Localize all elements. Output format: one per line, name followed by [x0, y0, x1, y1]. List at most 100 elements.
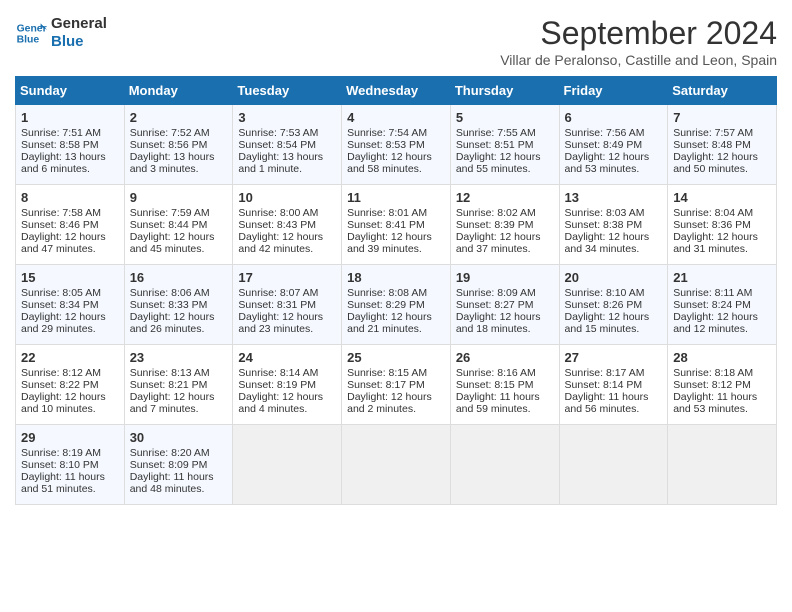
- sunset-label: Sunset: 8:34 PM: [21, 299, 99, 311]
- daylight-label: Daylight: 12 hours and 34 minutes.: [565, 231, 650, 255]
- calendar-cell: [668, 425, 777, 505]
- day-number: 8: [21, 190, 119, 205]
- calendar-cell: 29Sunrise: 8:19 AMSunset: 8:10 PMDayligh…: [16, 425, 125, 505]
- sunset-label: Sunset: 8:12 PM: [673, 379, 751, 391]
- calendar-cell: [559, 425, 668, 505]
- sunrise-label: Sunrise: 8:07 AM: [238, 287, 318, 299]
- day-number: 20: [565, 270, 663, 285]
- sunset-label: Sunset: 8:17 PM: [347, 379, 425, 391]
- daylight-label: Daylight: 11 hours and 59 minutes.: [456, 391, 540, 415]
- sunset-label: Sunset: 8:33 PM: [130, 299, 208, 311]
- sunset-label: Sunset: 8:09 PM: [130, 459, 208, 471]
- sunrise-label: Sunrise: 8:03 AM: [565, 207, 645, 219]
- sunrise-label: Sunrise: 8:14 AM: [238, 367, 318, 379]
- day-number: 18: [347, 270, 445, 285]
- sunrise-label: Sunrise: 8:04 AM: [673, 207, 753, 219]
- sunrise-label: Sunrise: 8:10 AM: [565, 287, 645, 299]
- sunset-label: Sunset: 8:48 PM: [673, 139, 751, 151]
- day-number: 16: [130, 270, 228, 285]
- calendar-cell: 2Sunrise: 7:52 AMSunset: 8:56 PMDaylight…: [124, 105, 233, 185]
- calendar-cell: [342, 425, 451, 505]
- calendar-body: 1Sunrise: 7:51 AMSunset: 8:58 PMDaylight…: [16, 105, 777, 505]
- sunset-label: Sunset: 8:54 PM: [238, 139, 316, 151]
- calendar-cell: 22 Sunrise: 8:12 AMSunset: 8:22 PMDayligh…: [16, 345, 125, 425]
- sunrise-label: Sunrise: 7:51 AM: [21, 127, 101, 139]
- daylight-label: Daylight: 12 hours and 29 minutes.: [21, 311, 106, 335]
- sunrise-label: Sunrise: 8:01 AM: [347, 207, 427, 219]
- calendar-cell: 12Sunrise: 8:02 AMSunset: 8:39 PMDayligh…: [450, 185, 559, 265]
- sunrise-label: Sunrise: 8:06 AM: [130, 287, 210, 299]
- svg-text:General: General: [17, 23, 47, 34]
- daylight-label: Daylight: 12 hours and 4 minutes.: [238, 391, 323, 415]
- daylight-label: Daylight: 12 hours and 39 minutes.: [347, 231, 432, 255]
- sunset-label: Sunset: 8:39 PM: [456, 219, 534, 231]
- svg-text:Blue: Blue: [17, 35, 40, 46]
- sunrise-label: Sunrise: 8:15 AM: [347, 367, 427, 379]
- calendar-cell: 10Sunrise: 8:00 AMSunset: 8:43 PMDayligh…: [233, 185, 342, 265]
- day-number: 21: [673, 270, 771, 285]
- daylight-label: Daylight: 12 hours and 10 minutes.: [21, 391, 106, 415]
- sunrise-label: Sunrise: 8:18 AM: [673, 367, 753, 379]
- sunset-label: Sunset: 8:46 PM: [21, 219, 99, 231]
- sunrise-label: Sunrise: 8:19 AM: [21, 447, 101, 459]
- day-number: 5: [456, 110, 554, 125]
- daylight-label: Daylight: 12 hours and 58 minutes.: [347, 151, 432, 175]
- sunset-label: Sunset: 8:24 PM: [673, 299, 751, 311]
- day-number: 7: [673, 110, 771, 125]
- sunrise-label: Sunrise: 8:13 AM: [130, 367, 210, 379]
- sunrise-label: Sunrise: 8:12 AM: [21, 367, 101, 379]
- calendar-header: SundayMondayTuesdayWednesdayThursdayFrid…: [16, 77, 777, 105]
- sunset-label: Sunset: 8:58 PM: [21, 139, 99, 151]
- calendar-table: SundayMondayTuesdayWednesdayThursdayFrid…: [15, 76, 777, 505]
- day-number: 24: [238, 350, 336, 365]
- calendar-cell: 28 Sunrise: 8:18 AMSunset: 8:12 PMDayligh…: [668, 345, 777, 425]
- day-number: 28: [673, 350, 771, 365]
- calendar-cell: 6Sunrise: 7:56 AMSunset: 8:49 PMDaylight…: [559, 105, 668, 185]
- calendar-cell: 3Sunrise: 7:53 AMSunset: 8:54 PMDaylight…: [233, 105, 342, 185]
- calendar-cell: [450, 425, 559, 505]
- title-block: September 2024 Villar de Peralonso, Cast…: [500, 15, 777, 68]
- sunrise-label: Sunrise: 8:20 AM: [130, 447, 210, 459]
- daylight-label: Daylight: 12 hours and 37 minutes.: [456, 231, 541, 255]
- calendar-cell: 26Sunrise: 8:16 AMSunset: 8:15 PMDayligh…: [450, 345, 559, 425]
- sunset-label: Sunset: 8:43 PM: [238, 219, 316, 231]
- calendar-cell: 18Sunrise: 8:08 AMSunset: 8:29 PMDayligh…: [342, 265, 451, 345]
- day-number: 13: [565, 190, 663, 205]
- sunrise-label: Sunrise: 7:54 AM: [347, 127, 427, 139]
- calendar-cell: 4Sunrise: 7:54 AMSunset: 8:53 PMDaylight…: [342, 105, 451, 185]
- column-header-saturday: Saturday: [668, 77, 777, 105]
- day-number: 9: [130, 190, 228, 205]
- sunrise-label: Sunrise: 7:57 AM: [673, 127, 753, 139]
- calendar-week-2: 8Sunrise: 7:58 AMSunset: 8:46 PMDaylight…: [16, 185, 777, 265]
- daylight-label: Daylight: 12 hours and 47 minutes.: [21, 231, 106, 255]
- daylight-label: Daylight: 11 hours and 53 minutes.: [673, 391, 757, 415]
- logo-icon: General Blue: [15, 17, 47, 49]
- column-header-monday: Monday: [124, 77, 233, 105]
- sunset-label: Sunset: 8:44 PM: [130, 219, 208, 231]
- sunset-label: Sunset: 8:38 PM: [565, 219, 643, 231]
- day-number: 22: [21, 350, 119, 365]
- logo: General Blue General Blue: [15, 15, 107, 51]
- day-number: 10: [238, 190, 336, 205]
- sunset-label: Sunset: 8:21 PM: [130, 379, 208, 391]
- column-header-thursday: Thursday: [450, 77, 559, 105]
- daylight-label: Daylight: 12 hours and 12 minutes.: [673, 311, 758, 335]
- page-header: General Blue General Blue September 2024…: [15, 15, 777, 68]
- daylight-label: Daylight: 12 hours and 18 minutes.: [456, 311, 541, 335]
- day-number: 17: [238, 270, 336, 285]
- calendar-cell: [233, 425, 342, 505]
- sunset-label: Sunset: 8:22 PM: [21, 379, 99, 391]
- calendar-cell: 7Sunrise: 7:57 AMSunset: 8:48 PMDaylight…: [668, 105, 777, 185]
- calendar-cell: 21 Sunrise: 8:11 AMSunset: 8:24 PMDayligh…: [668, 265, 777, 345]
- daylight-label: Daylight: 12 hours and 45 minutes.: [130, 231, 215, 255]
- column-header-tuesday: Tuesday: [233, 77, 342, 105]
- day-number: 14: [673, 190, 771, 205]
- sunrise-label: Sunrise: 8:11 AM: [673, 287, 752, 299]
- column-header-friday: Friday: [559, 77, 668, 105]
- sunrise-label: Sunrise: 8:09 AM: [456, 287, 536, 299]
- calendar-cell: 27Sunrise: 8:17 AMSunset: 8:14 PMDayligh…: [559, 345, 668, 425]
- sunset-label: Sunset: 8:41 PM: [347, 219, 425, 231]
- sunrise-label: Sunrise: 7:55 AM: [456, 127, 536, 139]
- sunrise-label: Sunrise: 8:16 AM: [456, 367, 536, 379]
- sunrise-label: Sunrise: 7:59 AM: [130, 207, 210, 219]
